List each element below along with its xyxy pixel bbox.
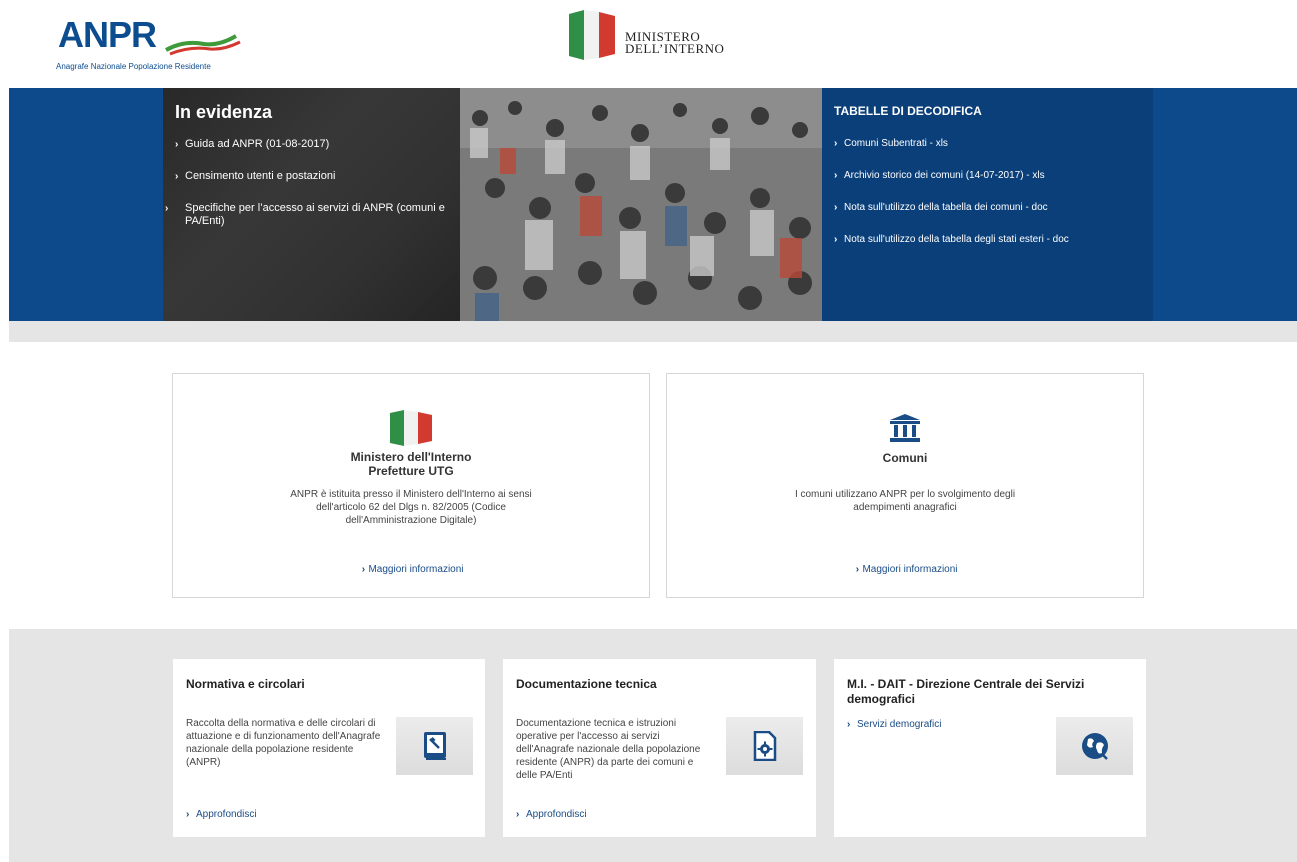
chevron-right-icon: › [855, 564, 860, 575]
anpr-logo[interactable]: ANPR Anagrafe Nazionale Popolazione Resi… [56, 12, 241, 74]
normativa-card: Normativa e circolari Raccolta della nor… [173, 659, 485, 837]
tabelle-link-comuni-subentrati[interactable]: › Comuni Subentrati - xls [834, 138, 948, 149]
chevron-right-icon: › [361, 564, 366, 575]
logo-text: ANPR [58, 14, 157, 55]
chevron-right-icon: › [834, 234, 838, 245]
tabelle-link-nota-stati-esteri[interactable]: › Nota sull'utilizzo della tabella degli … [834, 234, 1069, 245]
documentazione-description: Documentazione tecnica e istruzioni oper… [516, 718, 701, 781]
normativa-approfondisci-link[interactable]: › Approfondisci [186, 809, 257, 820]
tabelle-link-nota-comuni[interactable]: › Nota sull'utilizzo della tabella dei co… [834, 202, 1048, 213]
dait-card: M.I. - DAIT - Direzione Centrale dei Ser… [834, 659, 1146, 837]
chevron-right-icon: › [834, 202, 838, 213]
chevron-right-icon: › [834, 170, 838, 181]
chevron-right-icon: › [834, 138, 838, 149]
globe-icon [1081, 733, 1108, 760]
dait-title: M.I. - DAIT - Direzione Centrale dei Ser… [847, 677, 1085, 706]
evidenza-title: In evidenza [175, 102, 273, 122]
chevron-right-icon: › [516, 809, 520, 820]
divider-strip [9, 321, 1297, 342]
ministero-card: Ministero dell'Interno Prefetture UTG AN… [172, 373, 650, 598]
normativa-icon-box[interactable] [396, 717, 473, 775]
crowd-photo [460, 88, 822, 321]
italian-flag-icon [569, 10, 615, 60]
servizi-demografici-link[interactable]: › Servizi demografici [847, 719, 941, 730]
chevron-right-icon: › [847, 719, 851, 730]
documentazione-title: Documentazione tecnica [516, 677, 657, 691]
italian-flag-icon [390, 410, 432, 446]
chevron-right-icon: › [186, 809, 190, 820]
tabelle-link-archivio-storico[interactable]: › Archivio storico dei comuni (14-07-2017… [834, 170, 1045, 181]
chevron-right-icon: › [175, 171, 179, 182]
crowd-image [460, 88, 822, 321]
tabelle-panel: TABELLE DI DECODIFICA › Comuni Subentrati… [822, 88, 1153, 321]
evidenza-panel: In evidenza › Guida ad ANPR (01-08-2017) … [163, 88, 460, 321]
documentazione-card: Documentazione tecnica Documentazione te… [503, 659, 816, 837]
chevron-right-icon: › [165, 203, 169, 214]
comuni-card-description: I comuni utilizzano ANPR per lo svolgime… [794, 489, 1016, 513]
dait-icon-box[interactable] [1056, 717, 1133, 775]
logo-subtitle: Anagrafe Nazionale Popolazione Residente [56, 62, 211, 71]
normativa-title: Normativa e circolari [186, 677, 305, 691]
ministero-more-info-link[interactable]: › Maggiori informazioni [173, 564, 649, 575]
ministero-card-description: ANPR è istituita presso il Ministero del… [290, 489, 532, 526]
evidenza-link-guida[interactable]: › Guida ad ANPR (01-08-2017) [175, 138, 455, 151]
ministero-card-title: Ministero dell'Interno Prefetture UTG [350, 450, 472, 478]
ministero-name: MINISTERO DELL’INTERNO [625, 30, 725, 56]
comuni-card: Comuni I comuni utilizzano ANPR per lo s… [666, 373, 1144, 598]
documentazione-approfondisci-link[interactable]: › Approfondisci [516, 809, 587, 820]
comuni-card-title: Comuni [882, 451, 928, 465]
tabelle-title: TABELLE DI DECODIFICA [834, 104, 982, 118]
logo-swoosh-icon [165, 34, 241, 56]
comuni-more-info-link[interactable]: › Maggiori informazioni [667, 564, 1143, 575]
hero-banner: In evidenza › Guida ad ANPR (01-08-2017) … [9, 88, 1297, 321]
evidenza-link-censimento[interactable]: › Censimento utenti e postazioni [175, 170, 455, 183]
ministero-line2: DELL’INTERNO [625, 41, 725, 56]
site-header: ANPR Anagrafe Nazionale Popolazione Resi… [0, 0, 1297, 88]
document-gear-icon [753, 731, 776, 761]
evidenza-link-specifiche[interactable]: › Specifiche per l’accesso ai servizi di … [165, 202, 450, 228]
chevron-right-icon: › [175, 139, 179, 150]
ministero-logo[interactable]: MINISTERO DELL’INTERNO [569, 10, 769, 62]
town-hall-icon [890, 414, 920, 442]
documentazione-icon-box[interactable] [726, 717, 803, 775]
law-book-icon [423, 732, 446, 760]
normativa-description: Raccolta della normativa e delle circola… [186, 718, 381, 768]
